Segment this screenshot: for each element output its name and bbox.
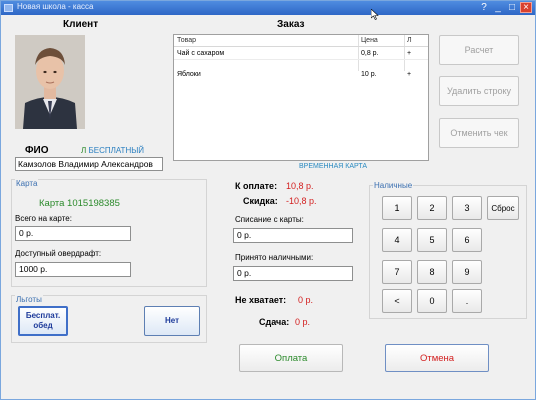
pay-button[interactable]: Оплата [239,344,343,372]
cash-received-field[interactable]: 0 р. [233,266,353,281]
free-lunch-button[interactable]: Бесплат. обед [18,306,68,336]
overdraft-field[interactable]: 1000 р. [15,262,131,277]
card-total-field[interactable]: 0 р. [15,226,131,241]
table-row[interactable]: Яблоки 10 р. + [174,69,428,81]
cashier-window: Новая школа - касса ? _ □ × Клиент ФИО Л… [0,0,536,400]
row-item-name: Чай с сахаром [177,50,225,57]
minimize-icon[interactable]: _ [492,2,504,13]
order-table[interactable]: Товар Цена Л Чай с сахаром 0,8 р. + Ябло… [173,34,429,161]
card-legend: Карта [15,179,39,188]
key-9[interactable]: 9 [452,260,482,284]
card-number: Карта 1015198385 [39,198,120,209]
cash-legend: Наличные [373,181,414,190]
key-backspace[interactable]: < [382,289,412,313]
free-status-label: БЕСПЛАТНЫЙ [88,146,145,155]
cash-received-label: Принято наличными: [235,253,314,262]
key-6[interactable]: 6 [452,228,482,252]
order-panel: Заказ Товар Цена Л Чай с сахаром 0,8 р. … [171,17,431,177]
fio-label: ФИО [25,145,49,156]
app-icon [4,4,13,12]
help-icon[interactable]: ? [478,2,490,13]
order-heading: Заказ [277,19,305,30]
client-heading: Клиент [63,19,99,30]
key-3[interactable]: 3 [452,196,482,220]
payment-panel: К оплате: 10,8 р. Скидка: -10,8 р. Списа… [231,177,361,337]
benefits-group: Льготы Бесплат. обед Нет [11,295,207,343]
key-8[interactable]: 8 [417,260,447,284]
reset-button[interactable]: Сброс [487,196,519,220]
key-4[interactable]: 4 [382,228,412,252]
discount-value: -10,8 р. [286,196,317,206]
row-item-price: 0,8 р. [361,50,379,57]
key-decimal[interactable]: . [452,289,482,313]
cash-keypad-group: Наличные 1 2 3 Сброс 4 5 6 7 8 9 < 0 . [369,181,527,319]
key-0[interactable]: 0 [417,289,447,313]
free-status-prefix: Л [81,146,87,155]
row-item-name: Яблоки [177,71,201,78]
close-icon[interactable]: × [520,2,532,13]
fio-field[interactable]: Камзолов Владимир Александров [15,157,163,171]
column-header-price[interactable]: Цена [361,35,378,47]
column-header-mark[interactable]: Л [407,35,412,47]
discount-label: Скидка: [243,196,278,206]
shortage-label: Не хватает: [235,295,287,305]
key-1[interactable]: 1 [382,196,412,220]
card-type-label: ВРЕМЕННАЯ КАРТА [299,163,368,170]
to-pay-value: 10,8 р. [286,181,314,191]
overdraft-label: Доступный овердрафт: [15,249,102,258]
cancel-button[interactable]: Отмена [385,344,489,372]
card-group: Карта Карта 1015198385 Всего на карте: 0… [11,179,207,287]
shortage-value: 0 р. [298,295,314,305]
cancel-check-button[interactable]: Отменить чек [439,118,519,148]
table-row[interactable]: Чай с сахаром 0,8 р. + [174,48,428,60]
delete-row-button[interactable]: Удалить строку [439,76,519,106]
column-header-item[interactable]: Товар [177,35,196,47]
card-debit-label: Списание с карты: [235,215,304,224]
to-pay-label: К оплате: [235,181,278,191]
calculate-button[interactable]: Расчет [439,35,519,65]
change-label: Сдача: [259,317,290,327]
card-debit-field[interactable]: 0 р. [233,228,353,243]
free-status: Л БЕСПЛАТНЫЙ [81,146,144,155]
no-benefit-button[interactable]: Нет [144,306,200,336]
maximize-icon[interactable]: □ [506,2,518,13]
benefits-legend: Льготы [15,295,43,304]
window-title: Новая школа - касса [17,2,94,11]
key-5[interactable]: 5 [417,228,447,252]
client-photo [15,35,85,129]
title-bar[interactable]: Новая школа - касса ? _ □ × [1,1,535,15]
key-7[interactable]: 7 [382,260,412,284]
table-header: Товар Цена Л [174,35,428,47]
change-value: 0 р. [295,317,311,327]
row-item-mark: + [407,50,412,57]
window-controls: ? _ □ × [478,2,532,14]
row-item-price: 10 р. [361,71,377,78]
row-item-mark: + [407,71,412,78]
card-total-label: Всего на карте: [15,214,72,223]
client-panel: Клиент ФИО Л БЕСПЛАТНЫЙ Камзолов Владими… [7,17,163,175]
key-2[interactable]: 2 [417,196,447,220]
